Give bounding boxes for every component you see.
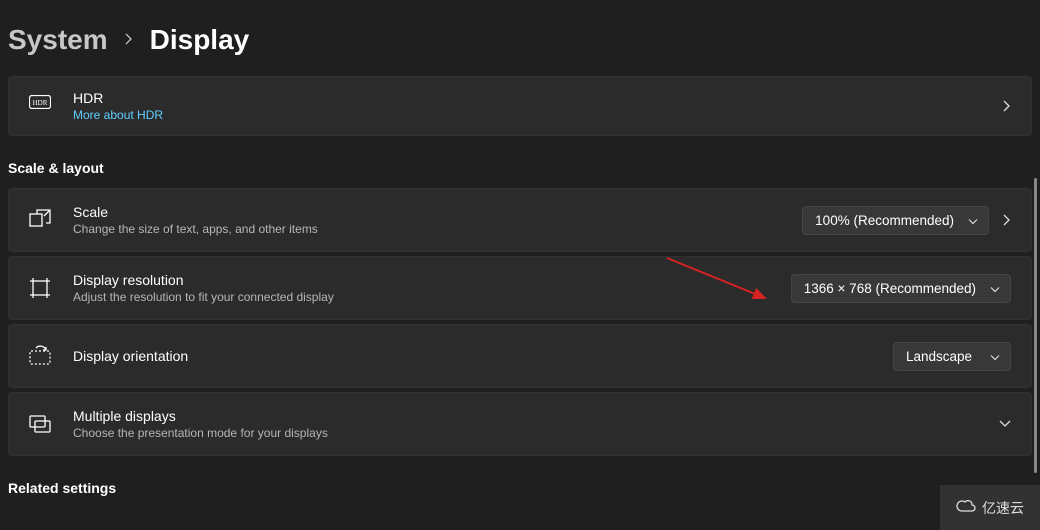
watermark-text: 亿速云	[982, 498, 1024, 518]
multiple-displays-sub: Choose the presentation mode for your di…	[73, 426, 999, 440]
watermark-logo-icon	[956, 499, 976, 516]
svg-text:HDR: HDR	[33, 99, 48, 107]
chevron-right-icon	[124, 32, 134, 48]
section-scale-layout-heading: Scale & layout	[0, 140, 1040, 188]
chevron-right-icon	[1003, 100, 1011, 112]
scale-title: Scale	[73, 204, 802, 220]
orientation-dropdown-value: Landscape	[906, 349, 972, 364]
resolution-dropdown-value: 1366 × 768 (Recommended)	[804, 281, 976, 296]
hdr-card[interactable]: HDR HDR More about HDR	[8, 76, 1032, 136]
resolution-title: Display resolution	[73, 272, 791, 288]
hdr-more-link[interactable]: More about HDR	[73, 108, 1003, 122]
scrollbar[interactable]	[1030, 0, 1040, 530]
scale-sub: Change the size of text, apps, and other…	[73, 222, 802, 236]
breadcrumb-parent[interactable]: System	[8, 24, 108, 56]
watermark: 亿速云	[940, 485, 1040, 530]
chevron-down-icon	[968, 213, 978, 228]
orientation-title: Display orientation	[73, 348, 893, 364]
chevron-down-icon	[990, 349, 1000, 364]
scale-dropdown-value: 100% (Recommended)	[815, 213, 954, 228]
resolution-card[interactable]: Display resolution Adjust the resolution…	[8, 256, 1032, 320]
section-related-heading: Related settings	[0, 460, 1040, 508]
scale-card[interactable]: Scale Change the size of text, apps, and…	[8, 188, 1032, 252]
chevron-down-icon	[990, 281, 1000, 296]
chevron-right-icon[interactable]	[1003, 214, 1011, 226]
orientation-icon	[29, 345, 51, 367]
resolution-sub: Adjust the resolution to fit your connec…	[73, 290, 791, 304]
scrollbar-thumb[interactable]	[1034, 178, 1037, 473]
multiple-displays-icon	[29, 413, 51, 435]
breadcrumb-current: Display	[150, 24, 250, 56]
orientation-dropdown[interactable]: Landscape	[893, 342, 1011, 371]
multiple-displays-title: Multiple displays	[73, 408, 999, 424]
resolution-dropdown[interactable]: 1366 × 768 (Recommended)	[791, 274, 1011, 303]
scale-dropdown[interactable]: 100% (Recommended)	[802, 206, 989, 235]
breadcrumb: System Display	[0, 0, 1040, 76]
hdr-icon: HDR	[29, 95, 51, 117]
resolution-icon	[29, 277, 51, 299]
chevron-down-icon[interactable]	[999, 420, 1011, 428]
scale-icon	[29, 209, 51, 231]
hdr-title: HDR	[73, 90, 1003, 106]
multiple-displays-card[interactable]: Multiple displays Choose the presentatio…	[8, 392, 1032, 456]
orientation-card[interactable]: Display orientation Landscape	[8, 324, 1032, 388]
